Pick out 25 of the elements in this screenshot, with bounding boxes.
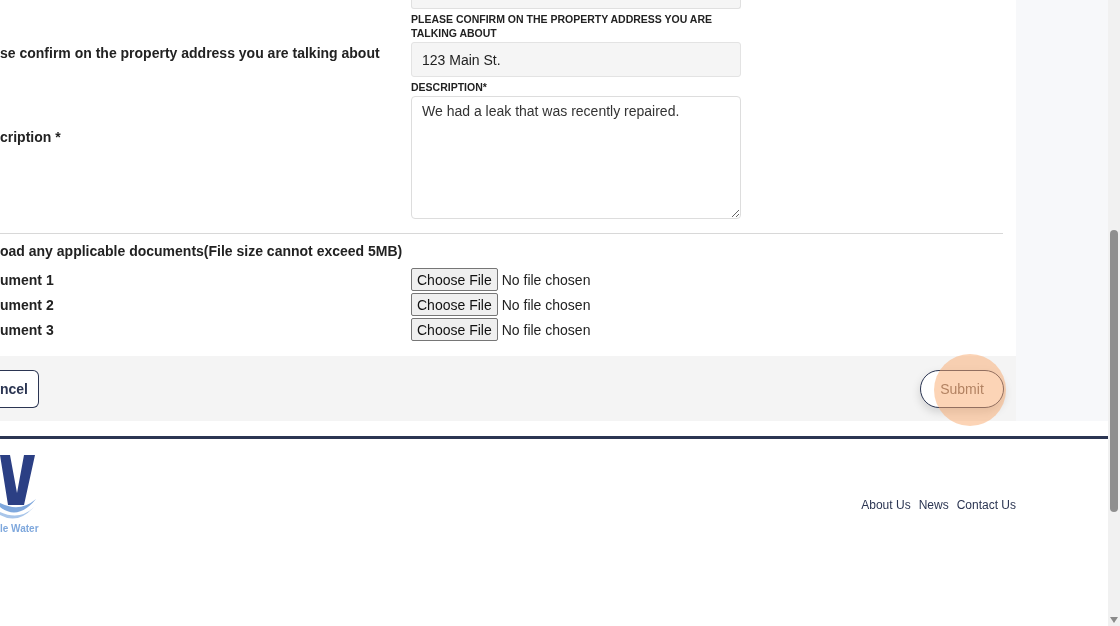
scrollbar[interactable] [1108, 0, 1120, 626]
file-status: No file chosen [501, 321, 591, 338]
document-label: ument 2 [0, 296, 54, 313]
field-label: cription * [0, 129, 62, 145]
file-status: No file chosen [501, 271, 591, 288]
file-status: No file chosen [501, 296, 591, 313]
choose-file-button[interactable]: Choose File [411, 268, 498, 291]
field-label: DESCRIPTION* [411, 80, 488, 94]
choose-file-button[interactable]: Choose File [411, 293, 498, 316]
document-label: ument 1 [0, 271, 54, 288]
section-heading: oad any applicable documents(File size cannot exceed 5MB) [0, 243, 404, 259]
address-field[interactable]: 123 Main St. [411, 42, 741, 77]
text-field[interactable] [411, 0, 741, 9]
logo-icon [0, 455, 36, 521]
footer-link[interactable]: News [918, 498, 949, 512]
footer-link[interactable]: Contact Us [956, 498, 1016, 512]
choose-file-button[interactable]: Choose File [411, 318, 498, 341]
scroll-down-icon[interactable] [1109, 616, 1119, 624]
description-field[interactable]: We had a leak that was recently repaired. [411, 96, 741, 219]
document-label: ument 3 [0, 321, 54, 338]
footer-link[interactable]: About Us [861, 498, 911, 512]
logo-text: le Water [0, 523, 39, 534]
cancel-button[interactable]: ncel [0, 369, 39, 408]
field-label: PLEASE CONFIRM ON THE PROPERTY ADDRESS YOU ARE TALKING ABOUT [411, 12, 714, 40]
field-label: se confirm on the property address you are talking about [0, 45, 381, 61]
